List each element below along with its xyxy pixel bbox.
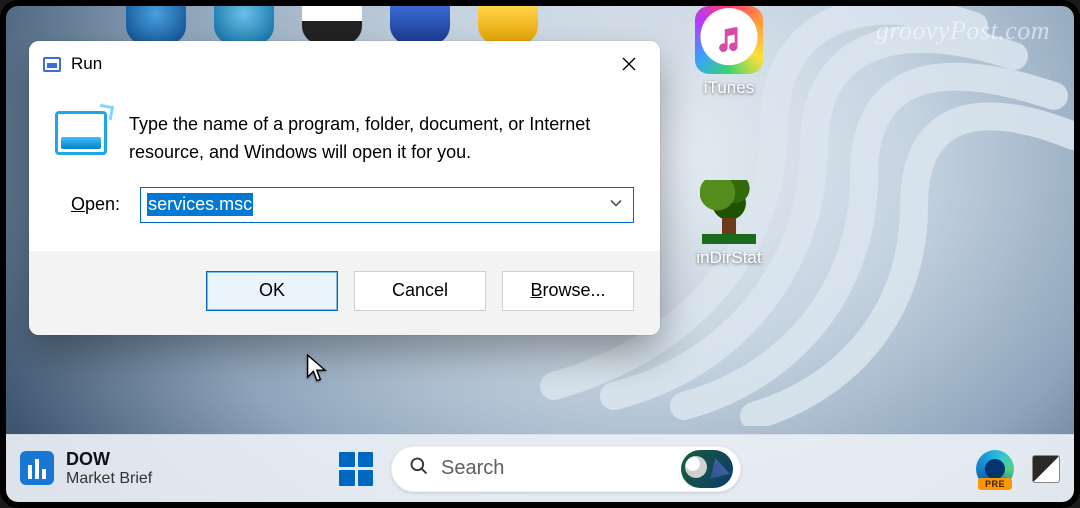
stocks-icon: [20, 451, 54, 485]
search-icon: [409, 456, 429, 481]
cursor-icon: [306, 354, 330, 389]
search-highlight-icon: [681, 450, 733, 488]
browse-button[interactable]: Browse...: [502, 271, 634, 311]
edge-preview-button[interactable]: PRE: [976, 450, 1014, 488]
task-view-button[interactable]: [1032, 455, 1060, 483]
background-dock-icons: [126, 6, 538, 44]
ok-button[interactable]: OK: [206, 271, 338, 311]
search-placeholder: Search: [441, 457, 669, 480]
open-label: Open:: [71, 194, 120, 215]
windirstat-icon: [694, 180, 764, 244]
close-button[interactable]: [606, 45, 652, 83]
itunes-icon: [695, 6, 763, 74]
start-button[interactable]: [339, 452, 373, 486]
open-input-value: services.msc: [147, 193, 253, 216]
widget-subtitle: Market Brief: [66, 470, 152, 488]
run-instruction: Type the name of a program, folder, docu…: [129, 111, 634, 167]
desktop-icon-label: inDirStat: [696, 248, 761, 268]
desktop-icon-label: iTunes: [704, 78, 754, 98]
desktop-icon-windirstat[interactable]: inDirStat: [674, 180, 784, 268]
run-dialog: Run Type the name of a program, folder, …: [29, 41, 660, 335]
watermark: groovyPost.com: [876, 16, 1050, 46]
open-combobox[interactable]: services.msc: [140, 187, 634, 223]
widget-title: DOW: [66, 450, 152, 470]
chevron-down-icon[interactable]: [609, 195, 623, 214]
desktop-icon-itunes[interactable]: iTunes: [674, 6, 784, 98]
taskbar-search[interactable]: Search: [391, 446, 741, 492]
close-icon: [621, 56, 637, 72]
run-icon: [43, 57, 61, 72]
window-title: Run: [71, 54, 102, 74]
desktop: groovyPost.com iTunes inDirStat Run: [6, 6, 1074, 502]
taskbar: DOW Market Brief Search PRE: [6, 434, 1074, 502]
dialog-footer: OK Cancel Browse...: [29, 251, 660, 335]
pre-badge: PRE: [978, 478, 1012, 490]
titlebar[interactable]: Run: [29, 41, 660, 87]
run-large-icon: [55, 111, 107, 155]
widgets-button[interactable]: DOW Market Brief: [20, 450, 152, 487]
cancel-button[interactable]: Cancel: [354, 271, 486, 311]
